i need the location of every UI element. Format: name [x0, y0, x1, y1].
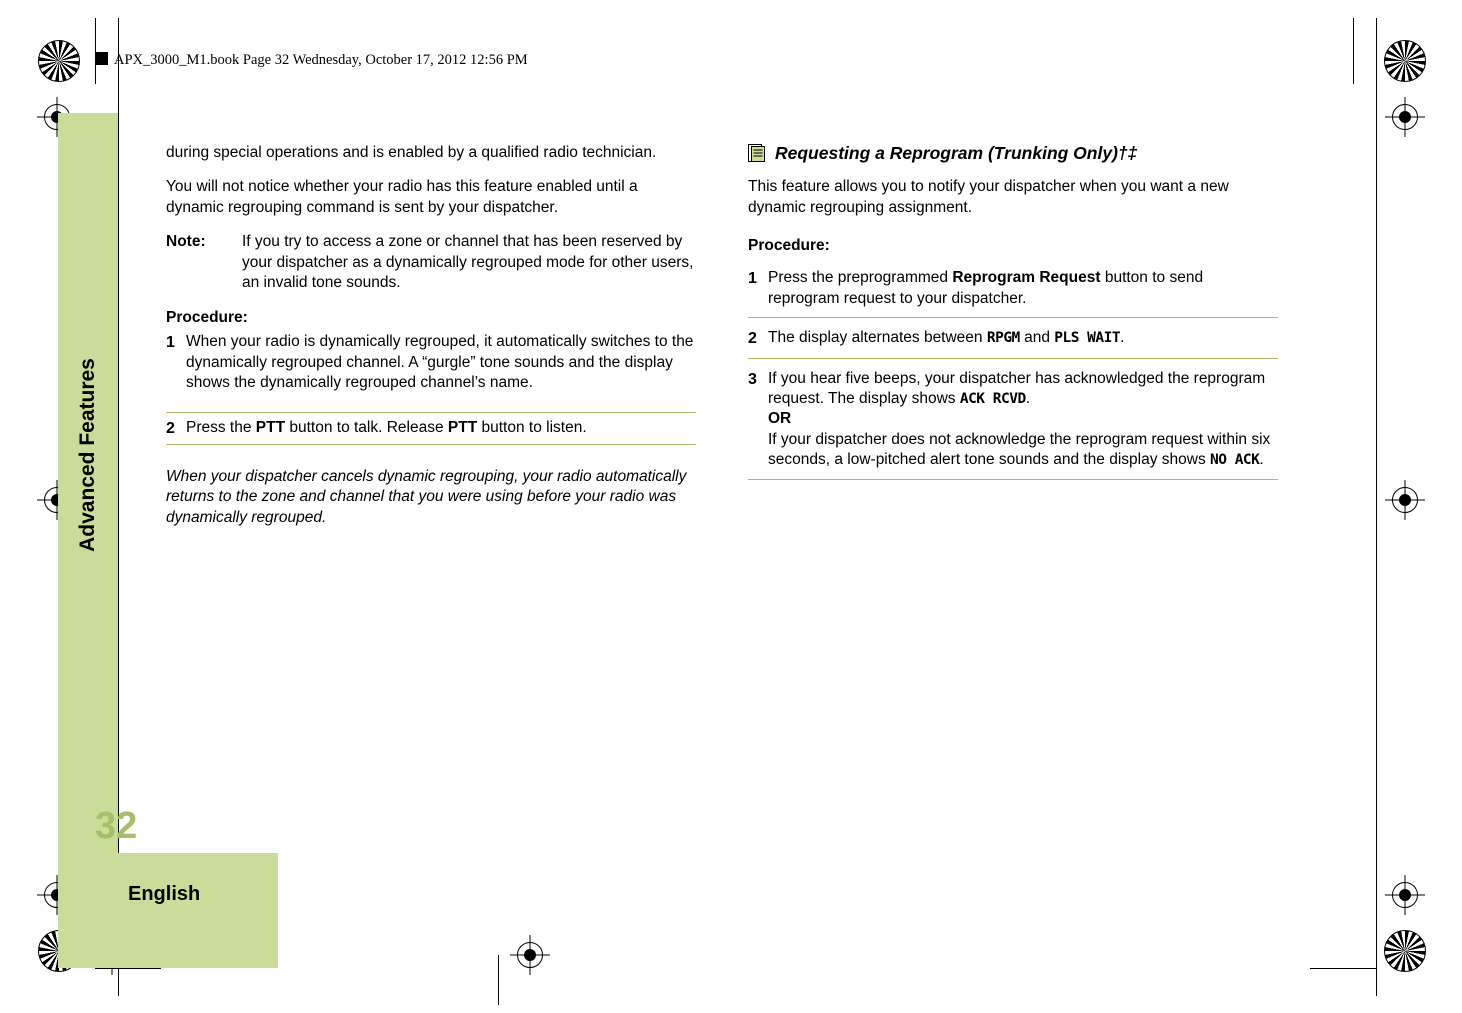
right-step-2-post: .	[1120, 329, 1125, 347]
right-step-2-number: 2	[748, 330, 757, 348]
left-closing-italic: When your dispatcher cancels dynamic reg…	[166, 467, 687, 527]
note-label: Note:	[166, 233, 206, 251]
language-label: English	[128, 883, 201, 905]
right-step-3-number: 3	[748, 370, 757, 388]
left-step-1-number: 1	[166, 334, 175, 352]
trim-line-left-v	[118, 18, 119, 996]
section-title: Requesting a Reprogram (Trunking Only)†‡	[775, 143, 1138, 163]
crop-mark-top-right	[1384, 40, 1426, 82]
left-paragraph-1: during special operations and is enabled…	[166, 144, 657, 161]
registration-mark-bottom-center	[517, 942, 543, 968]
book-info-line: APX_3000_M1.book Page 32 Wednesday, Octo…	[95, 52, 528, 69]
note-text: If you try to access a zone or channel t…	[242, 233, 694, 292]
trim-line-right-v	[1376, 18, 1377, 996]
left-step-2: 2 Press the PTT button to talk. Release …	[166, 411, 696, 445]
page-number: 32	[95, 805, 138, 847]
left-step-2-text: Press the PTT button to talk. Release PT…	[186, 418, 696, 439]
trim-line-bottom-center	[498, 955, 499, 1005]
right-step-2-pre: The display alternates between	[768, 329, 987, 347]
right-procedure-label: Procedure:	[748, 237, 830, 255]
chapter-tab-label: Advanced Features	[76, 358, 99, 552]
right-step-1-text: Press the preprogrammed Reprogram Reques…	[768, 268, 1278, 309]
right-step-3-post: .	[1025, 389, 1030, 407]
left-step-2-post: button to listen.	[477, 418, 587, 436]
right-step-3: 3 If you hear five beeps, your dispatche…	[748, 369, 1278, 480]
crop-mark-bottom-right	[1384, 930, 1426, 972]
book-info-text: APX_3000_M1.book Page 32 Wednesday, Octo…	[114, 52, 528, 68]
trim-line-top-right-v	[1353, 18, 1354, 84]
display-text-no-ack: NO ACK	[1210, 452, 1260, 469]
left-procedure-label: Procedure:	[166, 308, 248, 326]
display-text-pls-wait: PLS WAIT	[1054, 330, 1121, 347]
note-block: Note: If you try to access a zone or cha…	[166, 232, 696, 293]
right-step-2: 2 The display alternates between RPGM an…	[748, 328, 1278, 359]
language-box	[58, 853, 278, 968]
left-step-2-number: 2	[166, 419, 175, 437]
section-heading: Requesting a Reprogram (Trunking Only)†‡	[748, 143, 1278, 163]
left-step-1: 1 When your radio is dynamically regroup…	[166, 332, 696, 393]
right-step-1-number: 1	[748, 270, 757, 288]
left-column: during special operations and is enabled…	[166, 143, 696, 543]
right-step-3-alt-post: .	[1259, 451, 1264, 469]
left-step-2-pre: Press the	[186, 418, 256, 436]
trim-line-top-left-v	[95, 18, 96, 84]
left-step-2-bold-ptt-2: PTT	[447, 418, 478, 436]
registration-mark-bottom-right	[1392, 882, 1418, 908]
right-step-1-pre: Press the preprogrammed	[768, 269, 953, 287]
right-paragraph-1: This feature allows you to notify your d…	[748, 178, 1229, 216]
display-text-rpgm: RPGM	[986, 330, 1020, 347]
right-step-1-bold: Reprogram Request	[952, 269, 1101, 287]
trim-line-bottom-h	[95, 968, 161, 969]
right-step-3-alt-pre: If your dispatcher does not acknowledge …	[768, 430, 1271, 469]
left-step-2-mid: button to talk. Release	[285, 418, 448, 436]
right-step-3-text: If you hear five beeps, your dispatcher …	[768, 369, 1278, 471]
registration-mark-top-right	[1392, 104, 1418, 130]
crop-mark-top-left	[38, 40, 80, 82]
book-icon	[748, 144, 766, 163]
left-step-1-text: When your radio is dynamically regrouped…	[186, 333, 694, 392]
right-step-3-or: OR	[768, 410, 792, 428]
trim-line-bottom-h2	[1310, 968, 1376, 969]
right-step-2-text: The display alternates between RPGM and …	[768, 328, 1278, 349]
right-step-2-mid: and	[1019, 329, 1055, 347]
right-step-1: 1 Press the preprogrammed Reprogram Requ…	[748, 268, 1278, 319]
left-step-2-bold-ptt-1: PTT	[255, 418, 286, 436]
left-paragraph-2: You will not notice whether your radio h…	[166, 178, 638, 216]
display-text-ack-rcvd: ACK RCVD	[959, 390, 1026, 407]
right-column: Requesting a Reprogram (Trunking Only)†‡…	[748, 143, 1278, 490]
square-bullet-icon	[95, 52, 108, 65]
registration-mark-mid-right	[1392, 487, 1418, 513]
